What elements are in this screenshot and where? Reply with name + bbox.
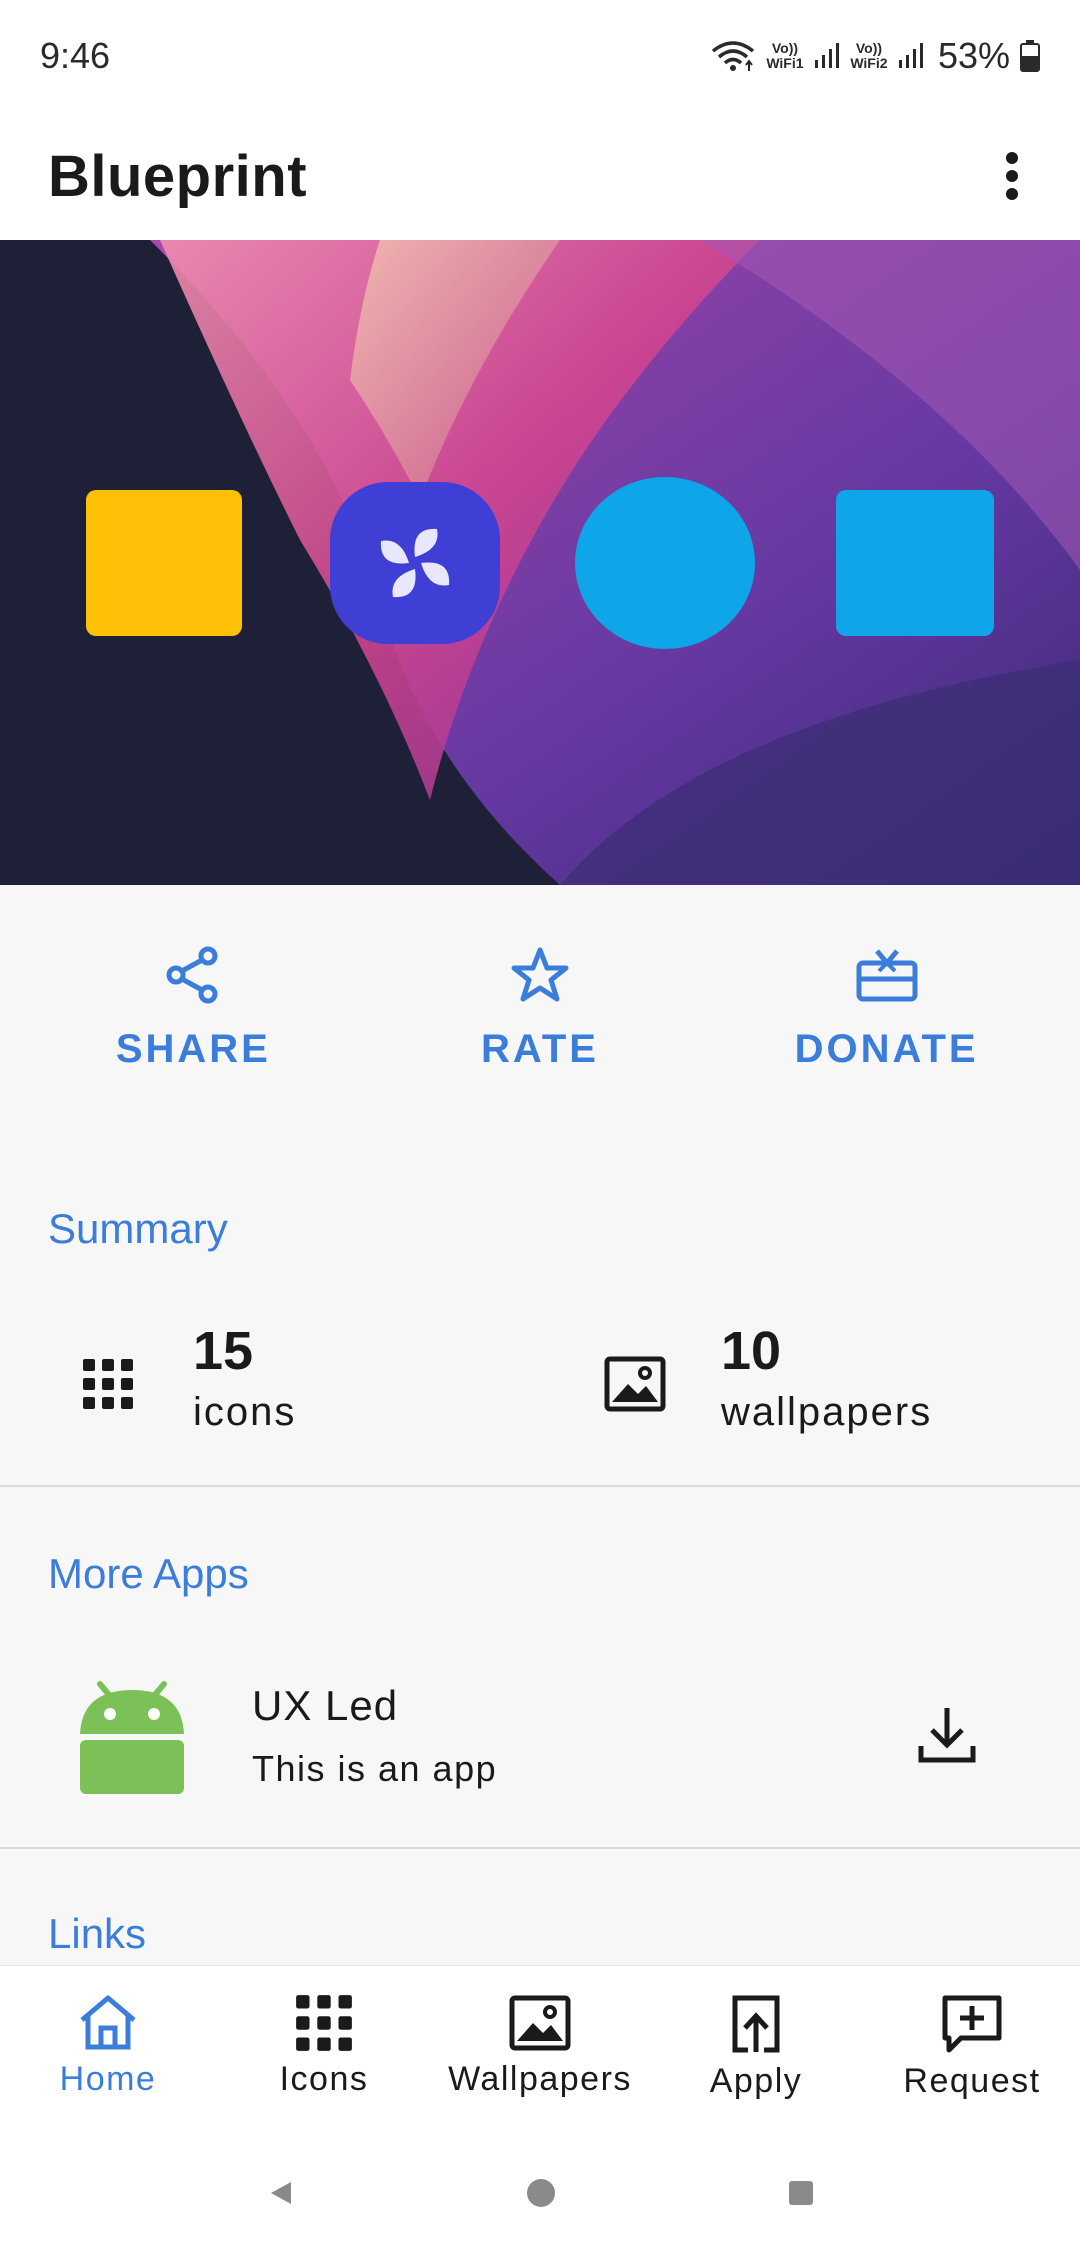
wallpapers-count: 10 [721, 1321, 782, 1381]
home-circle-icon[interactable] [525, 2177, 557, 2209]
signal-2-icon [898, 43, 923, 68]
share-button[interactable]: SHARE [43, 945, 343, 1115]
app-name: UX Led [252, 1682, 399, 1729]
wallpapers-label: wallpapers [721, 1390, 933, 1434]
donate-label: DONATE [794, 1027, 979, 1071]
recents-icon[interactable] [787, 2179, 815, 2207]
summary-row: 15 icons 10 wallpapers [0, 1320, 1080, 1460]
nav-item-icons[interactable]: Icons [216, 1966, 432, 2125]
nav-item-request[interactable]: Request [864, 1966, 1080, 2125]
icons-count: 15 [193, 1321, 254, 1381]
app-description: This is an app [252, 1748, 498, 1789]
wallpapers-count-item[interactable]: 10 wallpapers [540, 1320, 1080, 1460]
battery-icon [1020, 40, 1040, 72]
nav-item-home[interactable]: Home [0, 1966, 216, 2125]
android-icon [80, 1681, 184, 1794]
signal-1-icon [814, 43, 839, 68]
grid-icon [83, 1359, 133, 1409]
nav-item-wallpapers[interactable]: Wallpapers [432, 1966, 648, 2125]
app-title: Blueprint [48, 143, 308, 209]
action-bar: SHARE RATE DONATE [0, 945, 1080, 1115]
more-vert-icon [1006, 152, 1018, 200]
battery-percent: 53% [937, 35, 1010, 76]
icons-label: icons [193, 1390, 297, 1434]
blue-circle-icon [575, 477, 755, 649]
back-icon[interactable] [265, 2178, 295, 2208]
blue-square-icon [836, 490, 994, 636]
nav-label-home: Home [59, 2060, 157, 2098]
home-icon [80, 1995, 136, 2050]
icons-count-item[interactable]: 15 icons [0, 1320, 540, 1460]
status-bar: 9:46 Vo)) WiFi1 Vo)) WiFi2 53% [0, 0, 1080, 112]
request-icon [942, 1995, 1002, 2053]
divider [0, 1847, 1080, 1849]
nav-item-apply[interactable]: Apply [648, 1966, 864, 2125]
app-list-item[interactable]: UX Led This is an app [0, 1660, 1080, 1820]
rate-button[interactable]: RATE [390, 945, 690, 1115]
nav-label-icons: Icons [279, 2060, 369, 2098]
image-icon [604, 1356, 666, 1412]
bottom-navigation: Home Icons Wallpapers Apply Request [0, 1965, 1080, 2125]
screen: 9:46 Vo)) WiFi1 Vo)) WiFi2 53% Blueprint… [0, 0, 1080, 2260]
more-options-button[interactable] [984, 136, 1040, 216]
nav-label-wallpapers: Wallpapers [448, 2060, 632, 2098]
image-icon [509, 1995, 571, 2051]
yellow-square-icon [86, 490, 242, 636]
more-apps-title: More Apps [48, 1550, 249, 1597]
divider [0, 1485, 1080, 1487]
volte-wifi1-indicator: Vo)) WiFi1 [766, 40, 804, 71]
grid-icon [296, 1995, 352, 2051]
apply-icon [732, 1995, 780, 2053]
share-label: SHARE [115, 1027, 271, 1071]
status-icons: Vo)) WiFi1 Vo)) WiFi2 53% [710, 35, 1040, 77]
share-icon [166, 946, 218, 1004]
donate-button[interactable]: DONATE [737, 945, 1037, 1115]
hero-wallpaper [0, 240, 1080, 885]
pinwheel-app-icon [330, 482, 500, 644]
wifi-icon [711, 41, 755, 71]
nav-label-apply: Apply [709, 2062, 803, 2100]
links-title: Links [48, 1910, 147, 1957]
summary-title: Summary [48, 1205, 228, 1252]
nav-label-request: Request [903, 2062, 1041, 2100]
volte-wifi2-indicator: Vo)) WiFi2 [850, 40, 888, 71]
status-time: 9:46 [40, 35, 111, 76]
star-icon [511, 947, 569, 1002]
system-navigation-bar [0, 2125, 1080, 2260]
rate-label: RATE [481, 1027, 599, 1071]
gift-icon [856, 949, 918, 1002]
download-icon[interactable] [916, 1704, 978, 1766]
app-bar: Blueprint [0, 112, 1080, 240]
